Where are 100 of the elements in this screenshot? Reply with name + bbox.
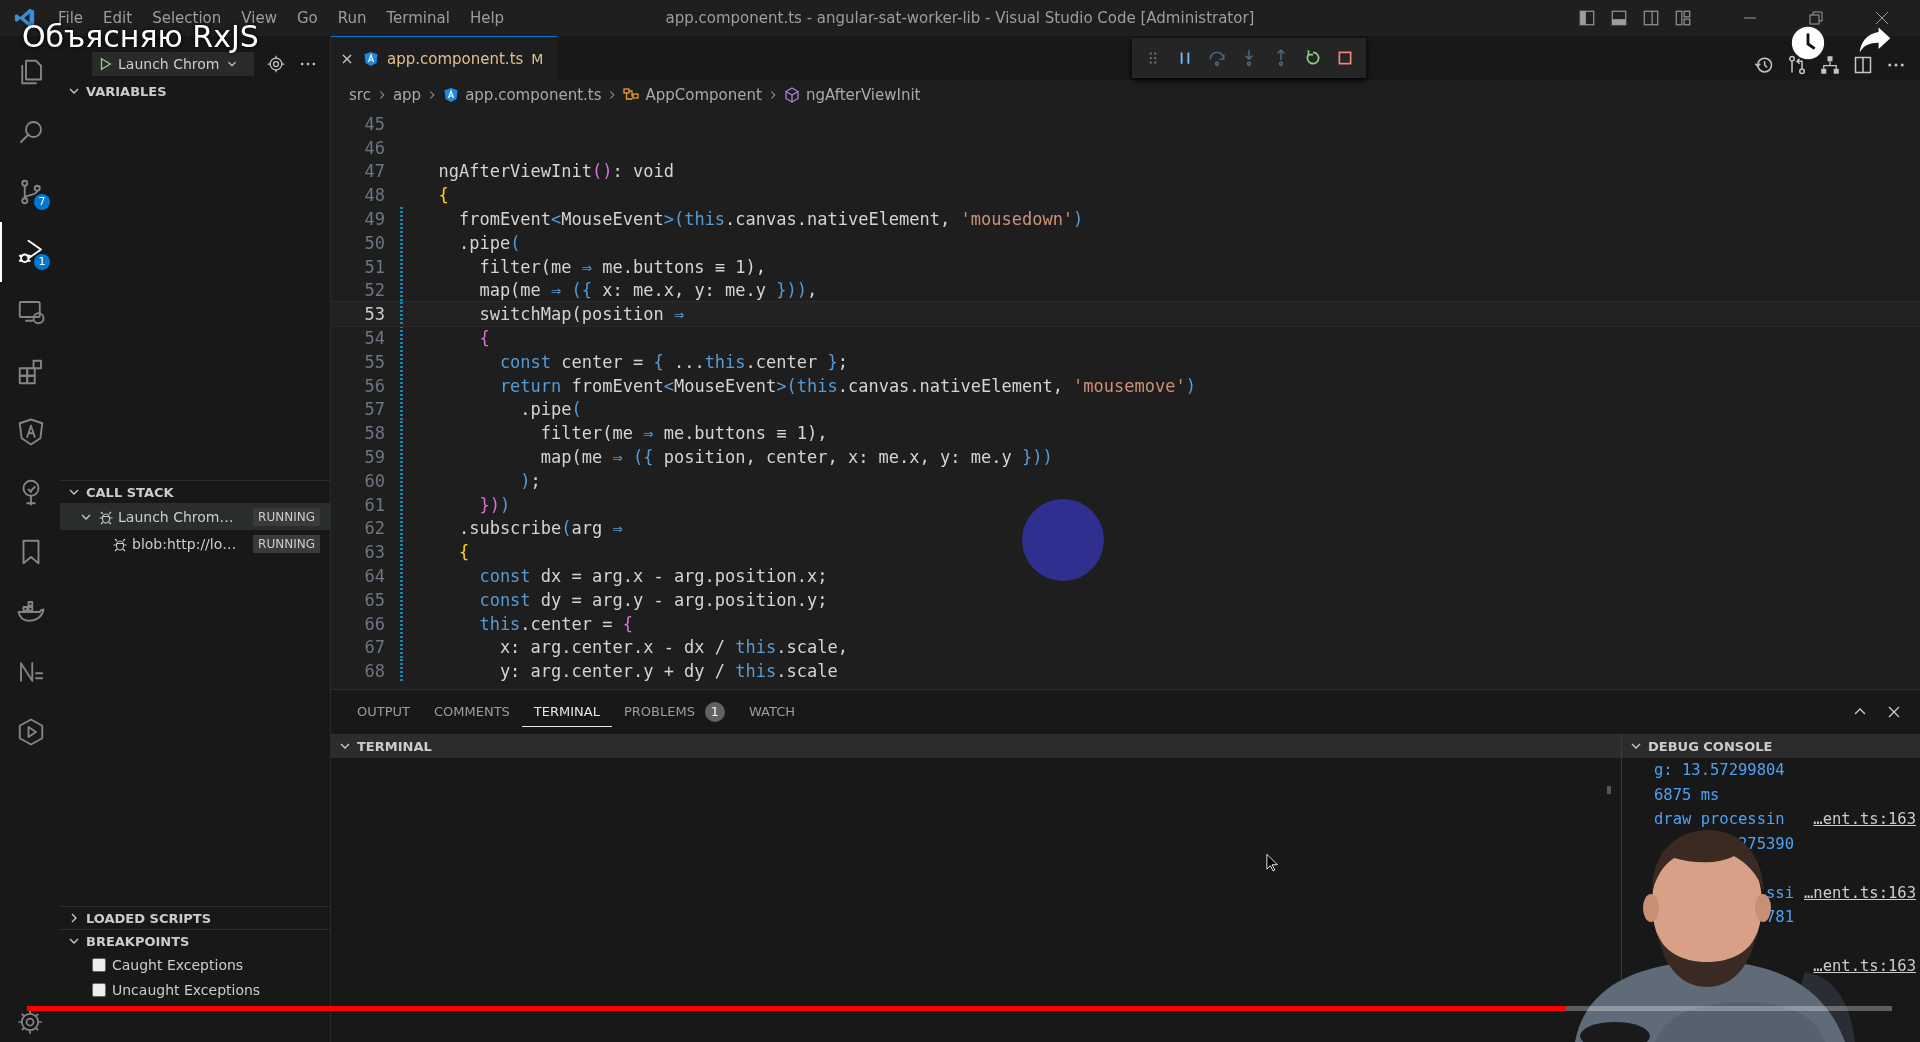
layout-grid-icon[interactable]: [1674, 9, 1692, 27]
activity-bar-item[interactable]: 7: [0, 162, 60, 222]
call-stack-item[interactable]: Launch Chrom… RUNNING: [60, 503, 330, 530]
shield-icon: [16, 417, 46, 447]
section-header[interactable]: TERMINAL: [331, 734, 1621, 758]
mouse-pointer-icon: [1266, 853, 1280, 873]
split-layout-icon[interactable]: [1642, 9, 1660, 27]
line-number: 61: [363, 494, 385, 515]
history-icon[interactable]: [1754, 55, 1774, 75]
panel-tab[interactable]: TERMINAL: [521, 697, 612, 727]
shield-icon: [363, 50, 379, 67]
hexagon-play-icon: [16, 717, 46, 747]
code-line: fromEvent<MouseEvent>(this.canvas.nativeElement, 'mousedown'): [457, 209, 1084, 230]
breadcrumb-item[interactable]: AppComponent: [623, 86, 762, 104]
breadcrumb-item[interactable]: ngAfterViewInit: [783, 86, 921, 104]
line-number: 45: [363, 113, 385, 134]
console-output: 6875 ms: [1654, 785, 1720, 804]
line-number: 54: [363, 328, 385, 349]
menu-item[interactable]: Edit: [93, 9, 143, 27]
restore-icon[interactable]: [1808, 10, 1824, 26]
line-number: 48: [363, 185, 385, 206]
line-number: 63: [363, 542, 385, 563]
line-number: 58: [363, 423, 385, 444]
section-header[interactable]: CALL STACK: [60, 481, 330, 503]
code-line: const dy = arg.y - arg.position.y;: [478, 589, 828, 610]
panel-tab[interactable]: OUTPUT: [345, 697, 422, 727]
code-line: switchMap(position ⇒: [478, 304, 685, 325]
panel-tab[interactable]: WATCH: [736, 697, 807, 727]
code-line: })): [478, 494, 511, 515]
code-line: y: arg.center.y + dy / this.scale: [498, 661, 838, 682]
line-number: 67: [363, 637, 385, 658]
step-over-icon[interactable]: [1208, 49, 1227, 67]
console-output: g: 13.57299804: [1654, 761, 1785, 780]
code-line: ngAfterViewInit(): void: [437, 161, 674, 182]
call-stack-item[interactable]: blob:http://lo… RUNNING: [60, 530, 330, 557]
close-icon[interactable]: [1874, 10, 1890, 26]
play-icon[interactable]: [98, 57, 112, 71]
menu-item[interactable]: Run: [327, 9, 377, 27]
hierarchy-icon[interactable]: [1820, 55, 1840, 75]
line-number: 59: [363, 447, 385, 468]
line-number: 46: [363, 137, 385, 158]
code-line: return fromEvent<MouseEvent>(this.canvas.nativeElement, 'mousemove'): [498, 375, 1196, 396]
compare-icon[interactable]: [1787, 55, 1807, 75]
section-header[interactable]: BREAKPOINTS: [60, 930, 330, 952]
code-line: .pipe(: [519, 399, 582, 420]
section-header[interactable]: VARIABLES: [60, 80, 330, 102]
code-line: {: [457, 542, 470, 563]
window-title: app.component.ts - angular-sat-worker-lib - Visual Studio Code [Administrator]: [664, 9, 1256, 27]
code-line: {: [478, 328, 490, 349]
code-line: map(me ⇒ ({ position, center, x: me.x, y: me.y })): [539, 447, 1053, 468]
code-line: {: [437, 185, 449, 206]
line-number: 49: [363, 209, 385, 230]
menu-item[interactable]: Help: [459, 9, 515, 27]
code-line: .pipe(: [457, 232, 521, 253]
editor-tab[interactable]: app.component.ts M: [331, 36, 558, 80]
code-line: const dx = arg.x - arg.position.x;: [478, 566, 828, 587]
settings-icon[interactable]: [266, 54, 286, 74]
breadcrumb-item[interactable]: app.component.ts: [443, 86, 602, 104]
menu-item[interactable]: Terminal: [376, 9, 460, 27]
panel-tab[interactable]: COMMENTS: [422, 697, 522, 727]
cube-icon: [783, 87, 800, 103]
console-output: 781: [1766, 908, 1794, 927]
menu-item[interactable]: Go: [286, 9, 328, 27]
status-badge: RUNNING: [253, 534, 320, 553]
checkbox[interactable]: [92, 982, 106, 997]
console-output: ssi: [1766, 883, 1794, 902]
close-icon[interactable]: [1886, 704, 1902, 720]
source-link[interactable]: …ent.ts:163: [1813, 957, 1916, 976]
code-line: );: [519, 470, 541, 491]
clock-icon[interactable]: [1789, 24, 1827, 62]
code-line: const center = { ...this.center };: [498, 351, 848, 372]
count-badge: 1: [34, 254, 50, 270]
line-number: 51: [363, 256, 385, 277]
line-number: 68: [363, 661, 385, 682]
count-badge: 7: [34, 194, 50, 210]
code-line: filter(me ⇒ me.buttons ≡ 1),: [539, 423, 828, 444]
source-link[interactable]: …nent.ts:163: [1804, 883, 1916, 902]
settings-icon[interactable]: [16, 1008, 44, 1036]
launch-config-dropdown[interactable]: Launch Chrom: [92, 52, 254, 76]
code-line: this.center = {: [478, 613, 633, 634]
checkbox[interactable]: [92, 957, 106, 972]
section-header[interactable]: DEBUG CONSOLE: [1622, 734, 1920, 758]
source-link[interactable]: …ent.ts:163: [1813, 810, 1916, 829]
split-editor-icon[interactable]: [1853, 55, 1873, 75]
breadcrumb-item[interactable]: src: [349, 86, 371, 104]
line-number: 60: [363, 470, 385, 491]
line-number: 47: [363, 161, 385, 182]
line-number: 64: [363, 566, 385, 587]
shield-icon: [443, 87, 460, 103]
line-number: 56: [363, 375, 385, 396]
class-icon: [623, 87, 640, 103]
breakpoint-label: Uncaught Exceptions: [112, 981, 261, 998]
line-number: 52: [363, 280, 385, 301]
panel-toggle-icon[interactable]: [1610, 9, 1628, 27]
section-header[interactable]: LOADED SCRIPTS: [60, 907, 330, 929]
code-line: map(me ⇒ ({ x: me.x, y: me.y })),: [478, 280, 818, 301]
panel-tab[interactable]: PROBLEMS 1: [611, 697, 737, 727]
breadcrumb-item[interactable]: app: [392, 86, 422, 104]
code-line: filter(me ⇒ me.buttons ≡ 1),: [478, 256, 766, 277]
sidebar-toggle-icon[interactable]: [1578, 9, 1596, 27]
